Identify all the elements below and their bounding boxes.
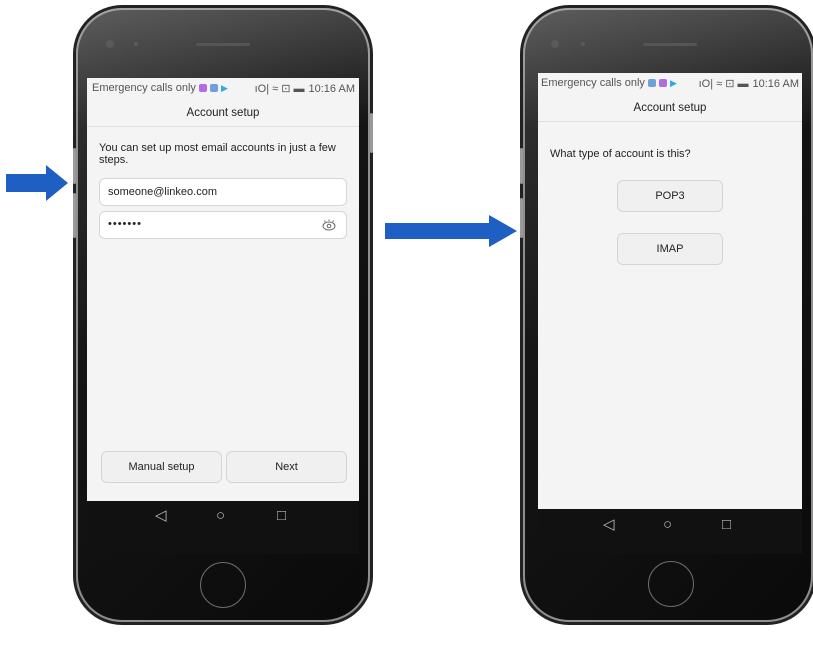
eye-icon[interactable] [322, 219, 336, 231]
manual-setup-button[interactable]: Manual setup [101, 451, 222, 483]
home-icon[interactable]: ○ [216, 508, 225, 524]
question-text: What type of account is this? [550, 148, 691, 160]
camera-icon [551, 40, 559, 48]
volume-button [73, 193, 76, 238]
volume-button [73, 148, 76, 184]
play-icon: ▶ [669, 78, 677, 88]
clock: 10:16 AM [308, 83, 355, 95]
recents-icon[interactable]: □ [722, 517, 731, 533]
status-bar: Emergency calls only ▶ ıO| ≈ ⊡ ▬ 10:16 AM [538, 73, 802, 93]
sensor-icon [134, 42, 138, 46]
notification-icon [209, 84, 218, 92]
left-screen: Emergency calls only ▶ ıO| ≈ ⊡ ▬ 10:16 AM … [87, 78, 359, 501]
navigation-bar: ◁ ○ □ [87, 501, 359, 554]
recents-icon[interactable]: □ [277, 508, 286, 524]
right-screen: Emergency calls only ▶ ıO| ≈ ⊡ ▬ 10:16 AM … [538, 73, 802, 509]
navigation-bar: ◁ ○ □ [538, 509, 802, 554]
speaker-grille [643, 43, 697, 46]
camera-icon [106, 40, 114, 48]
right-phone: Emergency calls only ▶ ıO| ≈ ⊡ ▬ 10:16 AM … [520, 8, 813, 622]
volume-button [520, 198, 523, 238]
status-icons: ıO| ≈ ⊡ ▬ [698, 78, 749, 90]
carrier-text: Emergency calls only [541, 77, 645, 89]
left-phone: Emergency calls only ▶ ıO| ≈ ⊡ ▬ 10:16 AM … [73, 8, 373, 622]
app-bar-title: Account setup [87, 100, 359, 127]
middle-arrow [385, 215, 517, 247]
physical-home-button[interactable] [648, 561, 694, 607]
password-field[interactable]: ••••••• [99, 211, 347, 239]
status-icons: ıO| ≈ ⊡ ▬ [254, 83, 305, 95]
play-icon: ▶ [220, 83, 228, 93]
carrier-text: Emergency calls only [92, 82, 196, 94]
back-icon[interactable]: ◁ [155, 508, 167, 524]
intro-text: You can set up most email accounts in ju… [99, 142, 336, 166]
back-icon[interactable]: ◁ [603, 517, 615, 533]
physical-home-button[interactable] [200, 562, 246, 608]
clock: 10:16 AM [752, 78, 799, 90]
power-button [370, 113, 373, 153]
next-button[interactable]: Next [226, 451, 347, 483]
left-arrow [6, 165, 68, 201]
app-bar-title: Account setup [538, 95, 802, 122]
volume-button [520, 148, 523, 184]
sensor-icon [581, 42, 585, 46]
password-value: ••••••• [108, 218, 142, 230]
notification-icon [658, 79, 667, 87]
status-bar: Emergency calls only ▶ ıO| ≈ ⊡ ▬ 10:16 AM [87, 78, 359, 98]
notification-icon [198, 84, 207, 92]
imap-button[interactable]: IMAP [617, 233, 723, 265]
email-field[interactable]: someone@linkeo.com [99, 178, 347, 206]
speaker-grille [196, 43, 250, 46]
notification-icon [647, 79, 656, 87]
email-value: someone@linkeo.com [108, 186, 217, 198]
home-icon[interactable]: ○ [663, 517, 672, 533]
pop3-button[interactable]: POP3 [617, 180, 723, 212]
